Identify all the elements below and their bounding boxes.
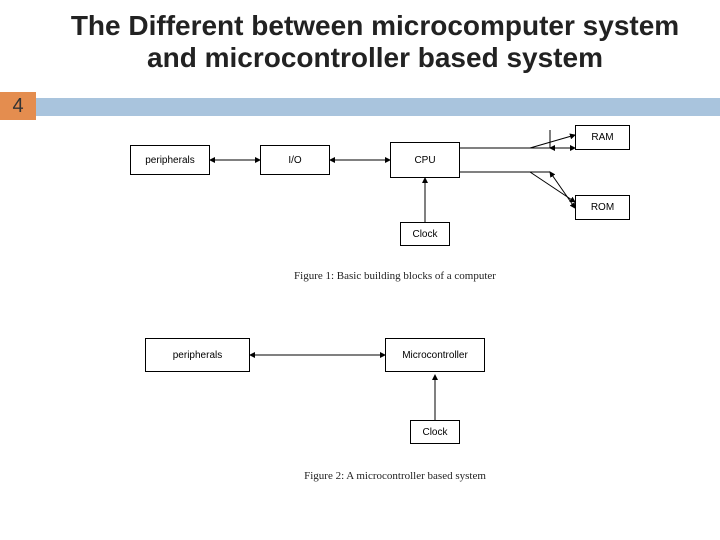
- block-label: CPU: [414, 155, 435, 166]
- header-accent-bar: [0, 98, 720, 116]
- block-label: RAM: [591, 132, 613, 143]
- fig1-rom-block: ROM: [575, 195, 630, 220]
- fig1-ram-block: RAM: [575, 125, 630, 150]
- figure1-caption: Figure 1: Basic building blocks of a com…: [120, 270, 670, 282]
- block-label: Clock: [412, 229, 437, 240]
- diagram-area: peripherals I/O CPU Clock RAM ROM Figure…: [120, 130, 670, 530]
- page-number: 4: [12, 95, 23, 118]
- fig1-peripherals-block: peripherals: [130, 145, 210, 175]
- block-label: peripherals: [173, 350, 222, 361]
- fig2-clock-block: Clock: [410, 420, 460, 444]
- fig2-peripherals-block: peripherals: [145, 338, 250, 372]
- block-label: Microcontroller: [402, 350, 468, 361]
- block-label: I/O: [288, 155, 301, 166]
- figure2-caption: Figure 2: A microcontroller based system: [120, 470, 670, 482]
- fig1-clock-block: Clock: [400, 222, 450, 246]
- fig1-cpu-block: CPU: [390, 142, 460, 178]
- block-label: Clock: [422, 427, 447, 438]
- page-number-box: 4: [0, 92, 36, 120]
- page-title: The Different between microcomputer syst…: [60, 10, 690, 74]
- block-label: ROM: [591, 202, 614, 213]
- block-label: peripherals: [145, 155, 194, 166]
- fig2-microcontroller-block: Microcontroller: [385, 338, 485, 372]
- fig1-io-block: I/O: [260, 145, 330, 175]
